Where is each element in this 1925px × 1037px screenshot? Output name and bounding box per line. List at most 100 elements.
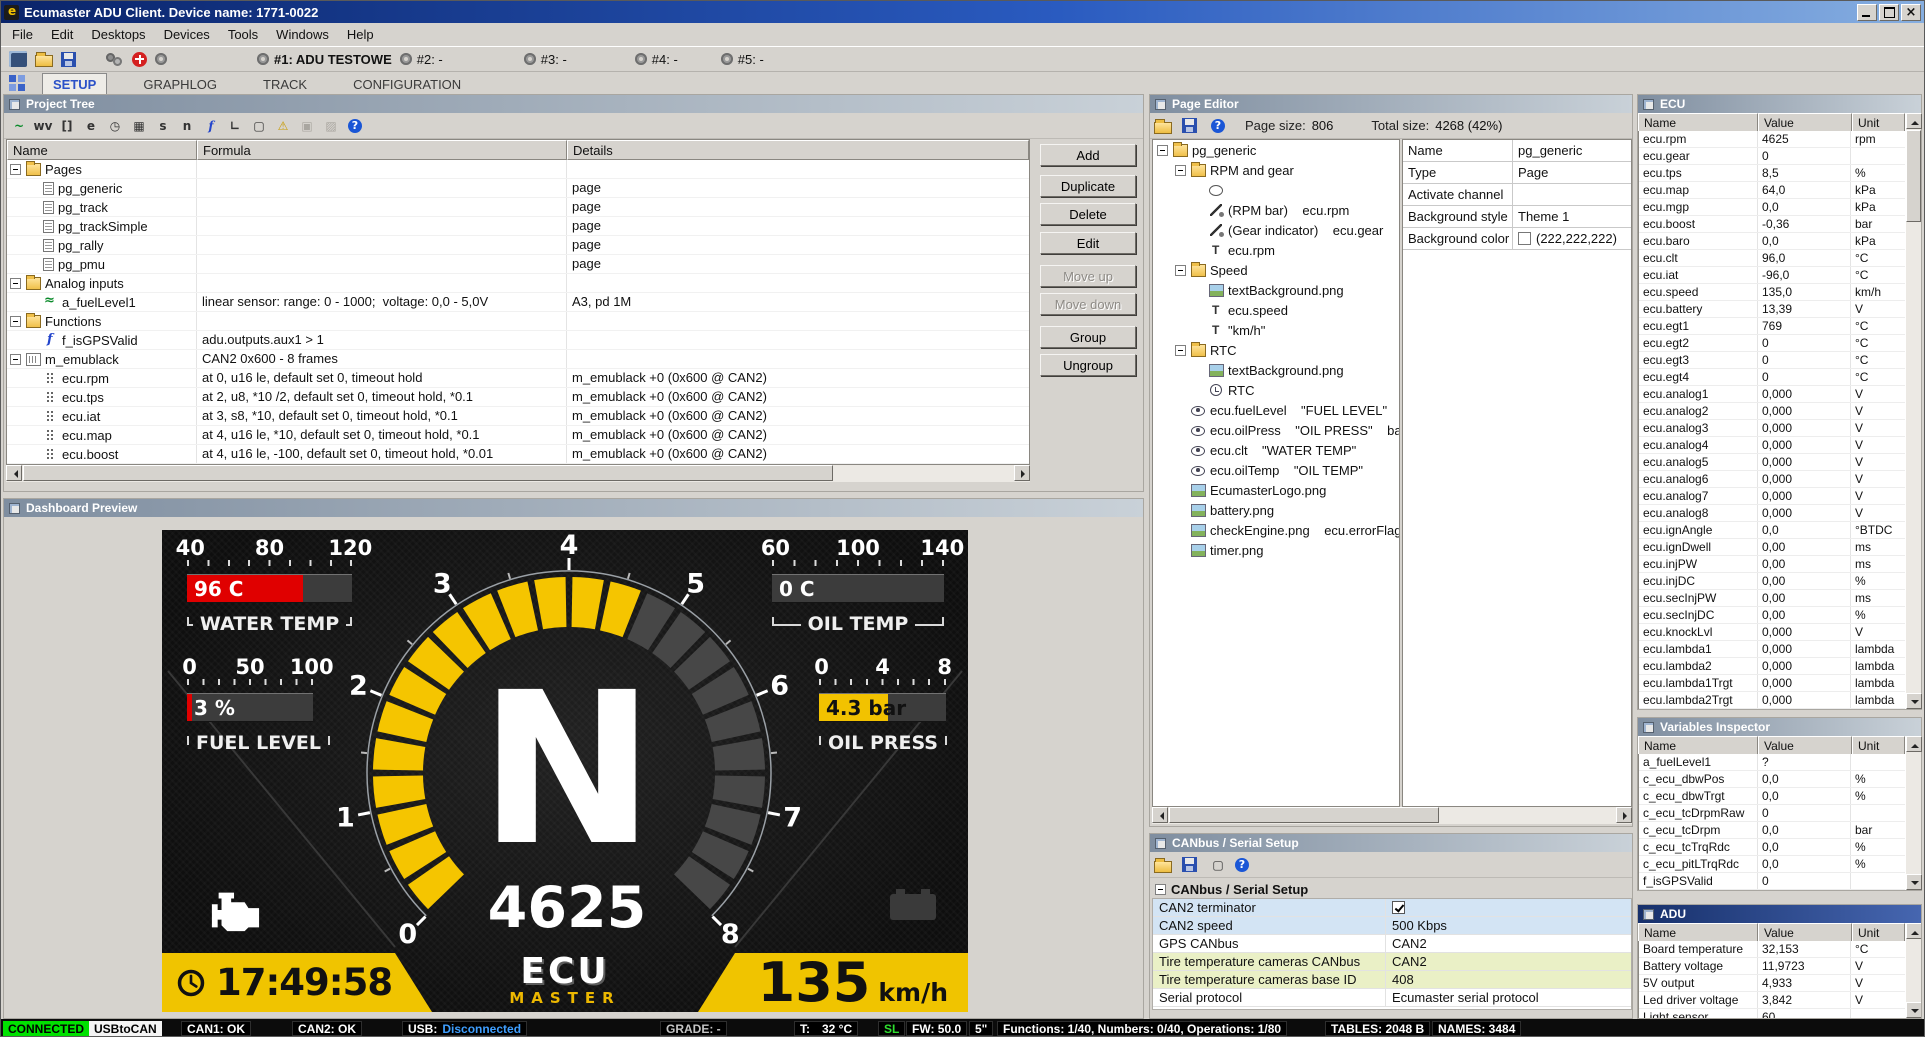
checkbox[interactable]: [1392, 901, 1405, 914]
page-element-row[interactable]: timer.png: [1153, 540, 1399, 560]
variable-row[interactable]: f_isGPSValid 0: [1639, 873, 1905, 890]
page-element-row[interactable]: [1153, 180, 1399, 200]
help-icon[interactable]: ?: [1231, 855, 1253, 875]
action-button[interactable]: Delete: [1040, 203, 1136, 225]
adu-value-row[interactable]: 5V output 4,933 V: [1639, 975, 1905, 992]
tree-row[interactable]: pg_pmu page: [7, 255, 1029, 274]
action-button[interactable]: Move up: [1040, 265, 1136, 287]
page-element-row[interactable]: ecu.clt "WATER TEMP": [1153, 440, 1399, 460]
page-element-row[interactable]: (Gear indicator) ecu.gear: [1153, 220, 1399, 240]
variable-row[interactable]: a_fuelLevel1 ?: [1639, 754, 1905, 771]
page-element-row[interactable]: textBackground.png: [1153, 360, 1399, 380]
channel-row[interactable]: ecu.lambda2Trgt 0,000 lambda: [1639, 692, 1905, 709]
open-project-icon[interactable]: [35, 55, 53, 67]
open-page-icon[interactable]: [1154, 122, 1172, 134]
setting-value[interactable]: Ecumaster serial protocol: [1392, 990, 1539, 1005]
channel-row[interactable]: ecu.map 64,0 kPa: [1639, 182, 1905, 199]
scroll-left-icon[interactable]: [6, 465, 22, 481]
toolbar-icon[interactable]: ▣: [296, 116, 318, 136]
page-element-row[interactable]: ecu.speed: [1153, 300, 1399, 320]
tree-row[interactable]: m_emublack CAN2 0x600 - 8 frames: [7, 350, 1029, 369]
tree-row[interactable]: pg_track page: [7, 198, 1029, 217]
canbus-panel-header[interactable]: CANbus / Serial Setup: [1150, 834, 1632, 852]
action-button[interactable]: Duplicate: [1040, 175, 1136, 197]
variable-row[interactable]: c_ecu_dbwTrgt 0,0 %: [1639, 788, 1905, 805]
channel-row[interactable]: ecu.speed 135,0 km/h: [1639, 284, 1905, 301]
scroll-left-icon[interactable]: [1152, 807, 1168, 823]
channel-row[interactable]: ecu.analog5 0,000 V: [1639, 454, 1905, 471]
channel-row[interactable]: ecu.analog4 0,000 V: [1639, 437, 1905, 454]
tree-row[interactable]: a_fuelLevel1 linear sensor: range: 0 - 1…: [7, 293, 1029, 312]
device-slot[interactable]: #4: -: [635, 52, 678, 67]
setting-row[interactable]: CAN2 speed 500 Kbps: [1153, 917, 1631, 935]
variable-row[interactable]: c_ecu_tcDrpm 0,0 bar: [1639, 822, 1905, 839]
tree-row[interactable]: ecu.tps at 2, u8, *10 /2, default set 0,…: [7, 388, 1029, 407]
channel-row[interactable]: ecu.egt2 0 °C: [1639, 335, 1905, 352]
setting-value[interactable]: CAN2: [1392, 954, 1427, 969]
page-element-row[interactable]: textBackground.png: [1153, 280, 1399, 300]
setting-value[interactable]: 500 Kbps: [1392, 918, 1447, 933]
dashboard-panel-header[interactable]: Dashboard Preview: [4, 499, 1143, 517]
setting-row[interactable]: CAN2 terminator: [1153, 899, 1631, 917]
channel-row[interactable]: ecu.secInjDC 0,00 %: [1639, 607, 1905, 624]
tree-row[interactable]: ecu.map at 4, u16 le, *10, default set 0…: [7, 426, 1029, 445]
page-element-row[interactable]: Speed: [1153, 260, 1399, 280]
channel-row[interactable]: ecu.rpm 4625 rpm: [1639, 131, 1905, 148]
adu-value-row[interactable]: Battery voltage 11,9723 V: [1639, 958, 1905, 975]
setting-row[interactable]: Tire temperature cameras base ID 408: [1153, 971, 1631, 989]
toolbar-icon[interactable]: s: [152, 116, 174, 136]
horizontal-scrollbar[interactable]: [6, 465, 1030, 482]
channel-row[interactable]: ecu.tps 8,5 %: [1639, 165, 1905, 182]
toolbar-icon[interactable]: f: [200, 116, 222, 136]
scroll-down-icon[interactable]: [1906, 693, 1922, 709]
property-row[interactable]: Background color (222,222,222): [1403, 228, 1631, 250]
minimize-button[interactable]: [1857, 4, 1877, 21]
tree-row[interactable]: ecu.boost at 4, u16 le, -100, default se…: [7, 445, 1029, 464]
vertical-scrollbar[interactable]: [1905, 736, 1921, 890]
page-element-row[interactable]: battery.png: [1153, 500, 1399, 520]
setting-value[interactable]: 408: [1392, 972, 1414, 987]
scroll-up-icon[interactable]: [1906, 736, 1922, 752]
device-slot[interactable]: #5: -: [721, 52, 764, 67]
channel-row[interactable]: ecu.analog8 0,000 V: [1639, 505, 1905, 522]
column-header-name[interactable]: Name: [1638, 923, 1758, 943]
channel-row[interactable]: ecu.mgp 0,0 kPa: [1639, 199, 1905, 216]
tree-row[interactable]: Functions: [7, 312, 1029, 331]
column-header-unit[interactable]: Unit: [1852, 113, 1905, 133]
setting-value[interactable]: CAN2: [1392, 936, 1427, 951]
toolbar-icon[interactable]: ▨: [320, 116, 342, 136]
expander-icon[interactable]: [1175, 345, 1186, 356]
channel-row[interactable]: ecu.egt4 0 °C: [1639, 369, 1905, 386]
toolbar-icon[interactable]: ▦: [128, 116, 150, 136]
main-tab[interactable]: SETUP: [42, 73, 107, 94]
horizontal-scrollbar[interactable]: [1152, 807, 1632, 824]
scroll-up-icon[interactable]: [1906, 113, 1922, 129]
scroll-up-icon[interactable]: [1906, 923, 1922, 939]
scroll-down-icon[interactable]: [1906, 1002, 1922, 1018]
save-settings-icon[interactable]: [1182, 857, 1197, 872]
help-icon[interactable]: ?: [1207, 116, 1229, 136]
column-header-formula[interactable]: Formula: [197, 140, 567, 160]
tree-row[interactable]: pg_rally page: [7, 236, 1029, 255]
toolbar-icon[interactable]: ⚠: [272, 116, 294, 136]
channel-row[interactable]: ecu.lambda1Trgt 0,000 lambda: [1639, 675, 1905, 692]
expander-icon[interactable]: [10, 354, 21, 365]
page-element-row[interactable]: ecu.fuelLevel "FUEL LEVEL": [1153, 400, 1399, 420]
action-button[interactable]: Group: [1040, 326, 1136, 348]
adu-value-row[interactable]: Light sensor 60: [1639, 1009, 1905, 1018]
toolbar-icon[interactable]: ∟: [224, 116, 246, 136]
setting-row[interactable]: GPS CANbus CAN2: [1153, 935, 1631, 953]
expander-icon[interactable]: [10, 164, 21, 175]
channel-row[interactable]: ecu.egt1 769 °C: [1639, 318, 1905, 335]
page-element-row[interactable]: ecu.oilTemp "OIL TEMP": [1153, 460, 1399, 480]
toolbar-icon[interactable]: e: [80, 116, 102, 136]
column-header-details[interactable]: Details: [567, 140, 1029, 160]
tree-row[interactable]: Pages: [7, 160, 1029, 179]
expander-icon[interactable]: [1157, 145, 1168, 156]
canbus-section-header[interactable]: CANbus / Serial Setup: [1152, 880, 1632, 898]
channel-row[interactable]: ecu.iat -96,0 °C: [1639, 267, 1905, 284]
scrollbar-thumb[interactable]: [23, 465, 833, 481]
action-button[interactable]: Move down: [1040, 293, 1136, 315]
channel-row[interactable]: ecu.lambda1 0,000 lambda: [1639, 641, 1905, 658]
variables-panel-header[interactable]: Variables Inspector: [1638, 718, 1921, 736]
